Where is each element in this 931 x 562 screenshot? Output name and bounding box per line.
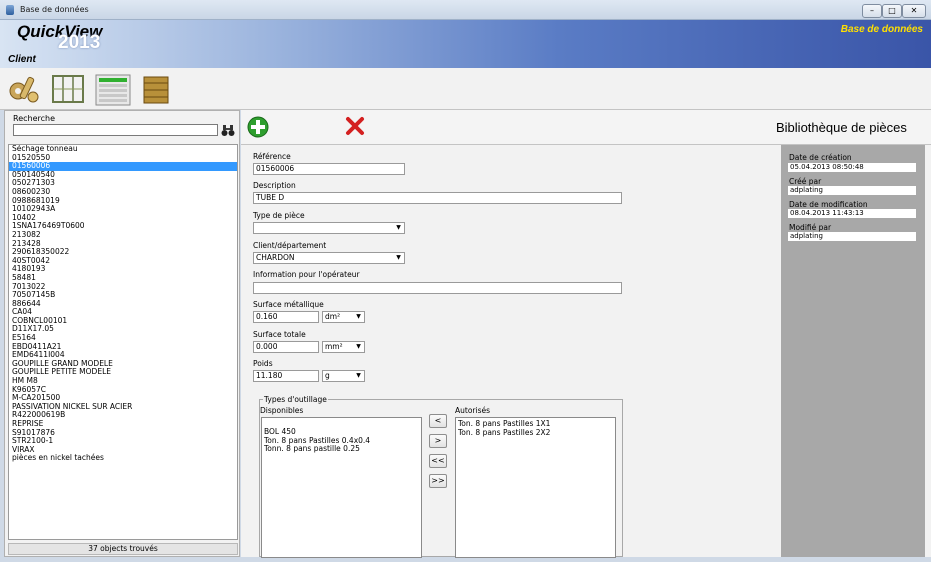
chevron-down-icon: ▼: [396, 254, 401, 261]
chevron-down-icon: ▼: [356, 313, 361, 320]
app-banner: QuickView 2013 Client Base de données: [0, 20, 931, 68]
maximize-button[interactable]: □: [882, 4, 902, 18]
surface-metallique-unit-select[interactable]: dm² ▼: [322, 311, 365, 323]
move-right-button[interactable]: >: [429, 434, 447, 448]
move-all-left-button[interactable]: <<: [429, 454, 447, 468]
client-label: Client/département: [253, 241, 327, 250]
pieces-icon[interactable]: [6, 71, 42, 107]
modifie-par-label: Modifié par: [789, 223, 832, 232]
list-icon[interactable]: [95, 71, 131, 107]
surface-totale-label: Surface totale: [253, 330, 306, 339]
poids-field[interactable]: 11.180: [253, 370, 319, 382]
main-toolbar: [0, 68, 931, 110]
list-item[interactable]: pièces en nickel tachées: [9, 454, 237, 463]
delete-icon[interactable]: [345, 116, 365, 136]
action-bar: Bibliothèque de pièces: [241, 110, 931, 145]
date-modification-value: 08.04.2013 11:43:13: [788, 209, 916, 218]
list-item[interactable]: GOUPILLE PETITE MODELE: [9, 368, 237, 377]
racks-icon[interactable]: [50, 71, 86, 107]
minimize-button[interactable]: –: [862, 4, 882, 18]
piece-list[interactable]: Séchage tonneau 01520550 01560006 050140540…: [8, 144, 238, 540]
search-input[interactable]: [13, 124, 218, 136]
date-creation-label: Date de création: [789, 153, 852, 162]
surface-metallique-field[interactable]: 0.160: [253, 311, 319, 323]
type-piece-label: Type de pièce: [253, 211, 305, 220]
surface-totale-unit-select[interactable]: mm² ▼: [322, 341, 365, 353]
results-count: 37 objects trouvés: [8, 543, 238, 555]
outillage-group: Types d'outillage Disponibles BOL 450 Ton…: [259, 395, 623, 558]
available-listbox[interactable]: BOL 450 Ton. 8 pans Pastilles 0.4x0.4 Tonn…: [261, 417, 422, 558]
poids-unit: g: [325, 371, 330, 380]
date-modification-label: Date de modification: [789, 200, 868, 209]
info-operateur-label: Information pour l'opérateur: [253, 270, 360, 279]
search-panel: Recherche Séchage tonneau 01520550 0156000…: [4, 110, 240, 557]
window-titlebar: Base de données – □ ✕: [0, 0, 931, 20]
close-button[interactable]: ✕: [902, 4, 926, 18]
available-item[interactable]: Tonn. 8 pans pastille 0.25: [264, 445, 419, 454]
surface-totale-field[interactable]: 0.000: [253, 341, 319, 353]
surface-totale-unit: mm²: [325, 342, 343, 351]
description-field[interactable]: TUBE D: [253, 192, 622, 204]
list-item[interactable]: R422000619B: [9, 411, 237, 420]
chevron-down-icon: ▼: [356, 372, 361, 379]
available-label: Disponibles: [260, 406, 304, 415]
database-label: Base de données: [840, 24, 923, 35]
list-item[interactable]: 4180193: [9, 265, 237, 274]
description-label: Description: [253, 181, 296, 190]
client-select[interactable]: CHARDON ▼: [253, 252, 405, 264]
poids-label: Poids: [253, 359, 273, 368]
type-piece-select[interactable]: ▼: [253, 222, 405, 234]
client-value: CHARDON: [256, 253, 295, 262]
window-title: Base de données: [20, 5, 89, 14]
poids-unit-select[interactable]: g ▼: [322, 370, 365, 382]
chevron-down-icon: ▼: [396, 224, 401, 231]
binoculars-icon[interactable]: [221, 123, 235, 137]
authorized-label: Autorisés: [455, 406, 491, 415]
add-icon[interactable]: [247, 116, 269, 138]
module-name: Client: [8, 54, 36, 65]
surface-metallique-label: Surface métallique: [253, 300, 324, 309]
search-label: Recherche: [13, 114, 56, 123]
cree-par-value: adplating: [788, 186, 916, 195]
date-creation-value: 05.04.2013 08:50:48: [788, 163, 916, 172]
modifie-par-value: adplating: [788, 232, 916, 241]
authorized-listbox[interactable]: Ton. 8 pans Pastilles 1X1 Ton. 8 pans Pas…: [455, 417, 616, 558]
reference-field[interactable]: 01560006: [253, 163, 405, 175]
cree-par-label: Créé par: [789, 177, 822, 186]
page-title: Bibliothèque de pièces: [776, 120, 907, 135]
metadata-panel: Date de création 05.04.2013 08:50:48 Cré…: [781, 145, 925, 557]
reference-label: Référence: [253, 152, 291, 161]
database-icon: [6, 5, 14, 15]
chevron-down-icon: ▼: [356, 343, 361, 350]
outillage-title: Types d'outillage: [263, 395, 328, 404]
list-item[interactable]: 213082: [9, 230, 237, 240]
list-item[interactable]: 886644: [9, 299, 237, 309]
list-item[interactable]: STR2100-1: [9, 437, 237, 446]
info-operateur-field[interactable]: [253, 282, 622, 294]
list-item[interactable]: 70507145B: [9, 290, 237, 300]
authorized-item[interactable]: Ton. 8 pans Pastilles 2X2: [458, 428, 613, 438]
list-item[interactable]: 10102943A: [9, 205, 237, 214]
list-item[interactable]: D11X17.05: [9, 325, 237, 334]
move-all-right-button[interactable]: >>: [429, 474, 447, 488]
list-item[interactable]: 1SNA176469T0600: [9, 222, 237, 231]
surface-metallique-unit: dm²: [325, 312, 341, 321]
brand-year: 2013: [58, 32, 101, 53]
move-left-button[interactable]: <: [429, 414, 447, 428]
barrels-icon[interactable]: [138, 71, 174, 107]
